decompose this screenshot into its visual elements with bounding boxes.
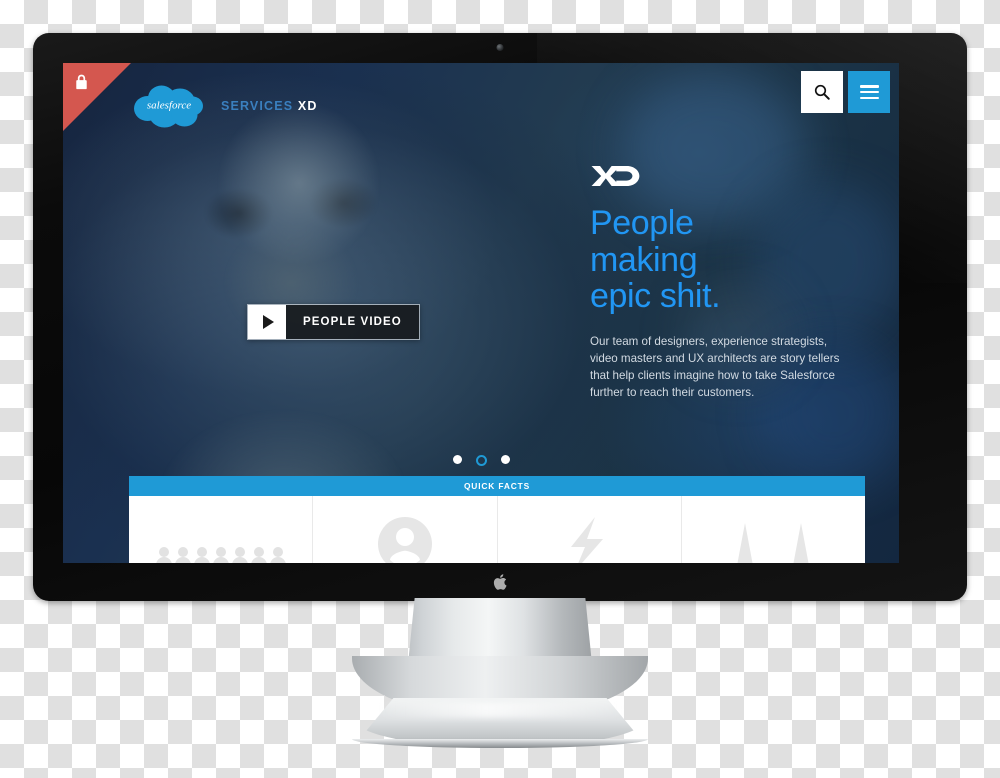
headline-line-3: epic shit. [590, 277, 721, 315]
carousel-dot-2[interactable] [475, 455, 487, 466]
quick-facts-column[interactable] [682, 496, 865, 563]
xd-logo-icon [591, 165, 640, 187]
carousel-dot-3[interactable] [500, 455, 510, 464]
hero-paragraph: Our team of designers, experience strate… [590, 334, 840, 400]
secure-ribbon [63, 63, 131, 131]
lock-icon [76, 74, 87, 90]
monitor-device: salesforce SERVICES XD People making epi… [33, 33, 967, 601]
lightning-bolt-icon [498, 517, 681, 563]
hamburger-icon [859, 85, 879, 99]
hero-copy: People making epic shit. Our team of des… [590, 163, 840, 402]
carousel-dots [63, 455, 899, 466]
people-video-button[interactable]: PEOPLE VIDEO [247, 304, 420, 340]
person-badge-icon [313, 517, 496, 563]
quick-facts-panel: QUICK FACTS [129, 475, 865, 563]
quick-facts-column[interactable] [129, 496, 314, 563]
play-icon [248, 305, 286, 339]
brand-lockup[interactable]: salesforce SERVICES XD [131, 80, 318, 132]
menu-button[interactable] [848, 71, 890, 113]
header-actions [801, 71, 890, 113]
quick-facts-column[interactable] [498, 496, 682, 563]
monitor-stand [0, 598, 1000, 758]
headline-line-2: making [590, 240, 698, 279]
carousel-dot-1[interactable] [452, 455, 462, 464]
apple-logo-icon [493, 574, 507, 590]
stand-base-highlight [376, 702, 626, 718]
screen-viewport: salesforce SERVICES XD People making epi… [63, 63, 899, 563]
people-video-label: PEOPLE VIDEO [286, 305, 419, 339]
salesforce-logo-icon[interactable]: salesforce [131, 80, 207, 132]
stand-base-lip [352, 739, 648, 748]
site-header: salesforce SERVICES XD [63, 63, 899, 133]
search-button[interactable] [801, 71, 843, 113]
quick-facts-title: QUICK FACTS [129, 475, 865, 496]
section-label: SERVICES XD [221, 99, 318, 113]
peaks-icon [682, 523, 865, 563]
section-label-secondary: XD [297, 99, 318, 113]
section-label-primary: SERVICES [221, 99, 294, 113]
headline-line-1: People [590, 204, 694, 242]
search-icon [814, 84, 830, 100]
webcam-icon [496, 44, 504, 51]
quick-facts-columns [129, 496, 865, 563]
quick-facts-column[interactable] [313, 496, 498, 563]
salesforce-wordmark: salesforce [147, 100, 191, 112]
people-group-icon [129, 545, 312, 563]
hero-headline: People making epic shit. [590, 205, 840, 315]
